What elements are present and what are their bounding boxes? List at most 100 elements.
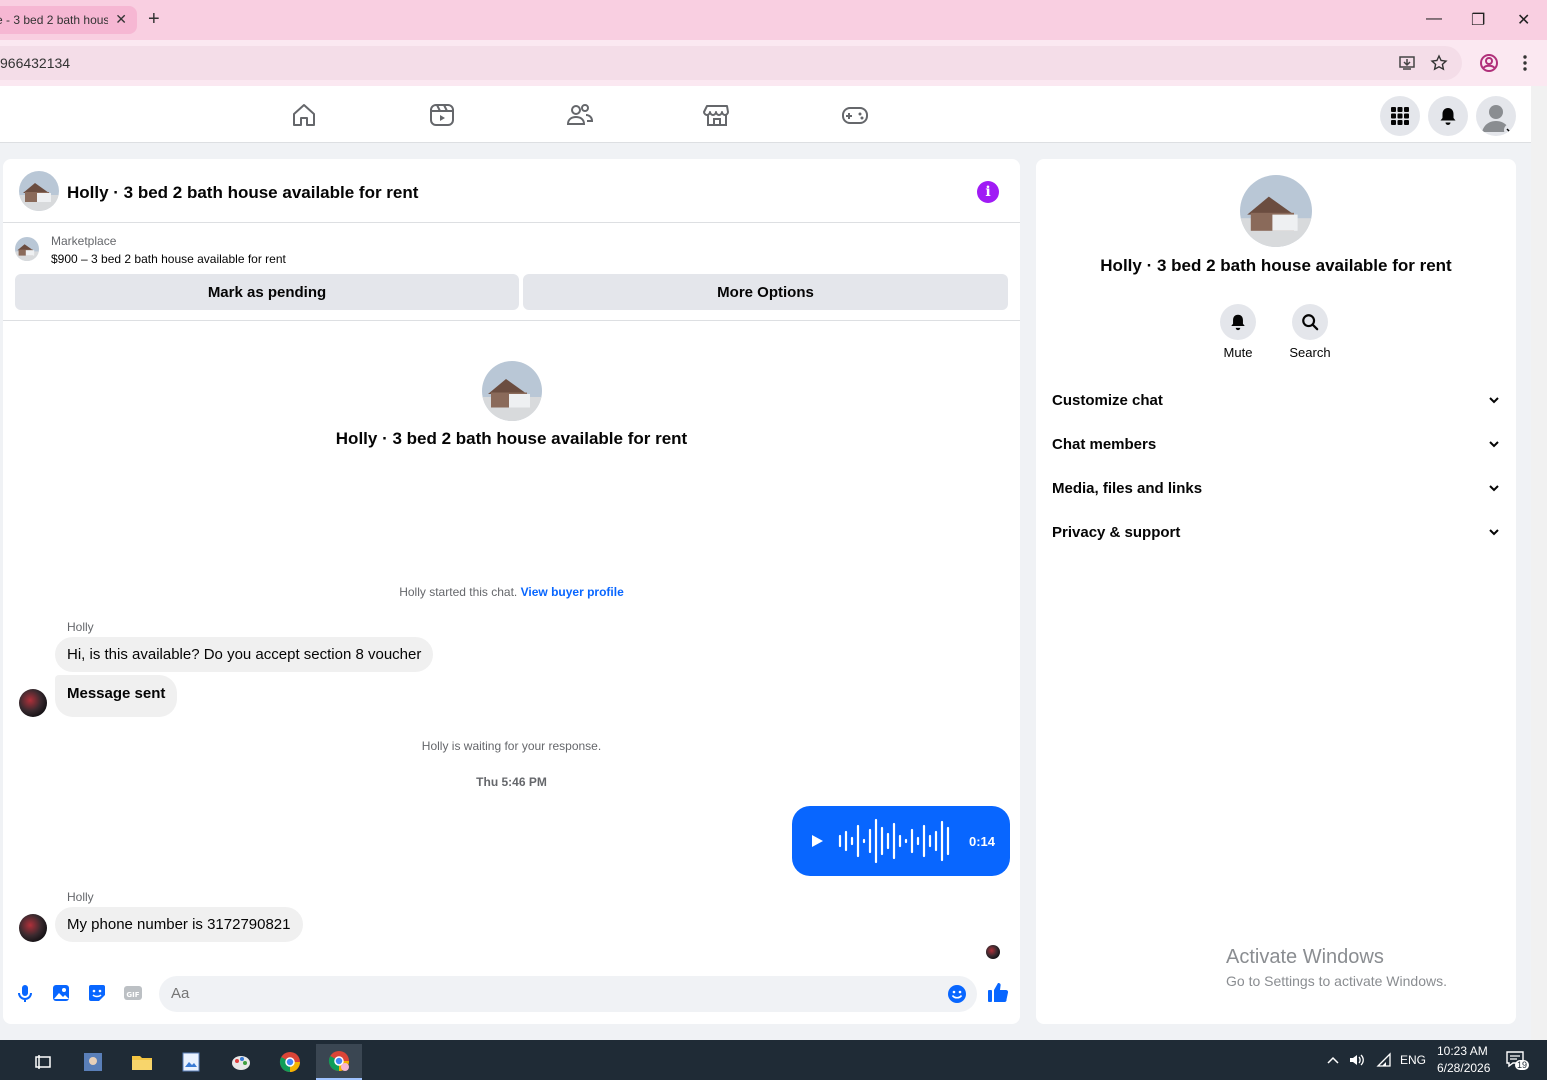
tab-close-icon[interactable]: ✕: [115, 11, 127, 28]
mark-as-pending-button[interactable]: Mark as pending: [15, 274, 519, 310]
mute-button[interactable]: [1220, 304, 1256, 340]
message-bubble[interactable]: My phone number is 3172790821: [55, 907, 303, 942]
waveform-icon: [838, 818, 950, 864]
section-label: Customize chat: [1052, 391, 1163, 409]
watermark-line1: Activate Windows: [1226, 946, 1384, 968]
message-input-box[interactable]: [159, 976, 977, 1012]
listing-description[interactable]: $900 – 3 bed 2 bath house available for …: [51, 252, 286, 266]
view-buyer-profile-link[interactable]: View buyer profile: [521, 585, 624, 599]
menu-button[interactable]: [1380, 96, 1420, 136]
windows-taskbar: ENG 10:23 AM 6/28/2026 19: [0, 1040, 1547, 1080]
details-title: Holly · 3 bed 2 bath house available for…: [1100, 256, 1452, 275]
intro-title: Holly · 3 bed 2 bath house available for…: [335, 429, 688, 448]
wifi-icon[interactable]: [1376, 1052, 1392, 1068]
task-view-button[interactable]: [20, 1044, 66, 1080]
chat-title: Holly · 3 bed 2 bath house available for…: [67, 183, 419, 202]
emoji-icon[interactable]: [947, 984, 967, 1004]
chevron-down-icon: [1489, 397, 1499, 404]
browser-tab[interactable]: e - 3 bed 2 bath house available for ren…: [0, 6, 137, 34]
search-label: Search: [1289, 345, 1331, 360]
taskbar-file-explorer[interactable]: [119, 1044, 165, 1080]
browser-menu-icon[interactable]: [1519, 54, 1531, 72]
image-app-icon: [182, 1052, 200, 1072]
task-view-icon: [35, 1055, 51, 1069]
house-photo-icon: [19, 171, 59, 211]
notification-center-button[interactable]: 19: [1505, 1050, 1530, 1072]
restore-button[interactable]: ❐: [1471, 10, 1485, 30]
voice-message[interactable]: 0:14: [792, 806, 1010, 876]
search-button[interactable]: [1292, 304, 1328, 340]
sender-name: Holly: [67, 620, 94, 634]
volume-icon[interactable]: [1348, 1051, 1366, 1069]
marketplace-icon[interactable]: [703, 101, 731, 129]
details-avatar[interactable]: [1240, 175, 1312, 247]
friends-icon[interactable]: [566, 101, 594, 129]
taskbar-photos[interactable]: [168, 1044, 214, 1080]
photo-icon[interactable]: [51, 983, 71, 1003]
chrome-icon: [279, 1052, 300, 1073]
app-icon: [84, 1053, 102, 1071]
more-options-button[interactable]: More Options: [523, 274, 1008, 310]
intro-avatar: [482, 361, 542, 421]
gif-icon[interactable]: GIF: [123, 983, 143, 1003]
started-text: Holly started this chat.: [399, 585, 518, 599]
chrome-icon: [328, 1051, 349, 1072]
chat-panel: Holly · 3 bed 2 bath house available for…: [3, 159, 1020, 1024]
thumbs-up-icon[interactable]: [987, 981, 1009, 1003]
install-app-icon[interactable]: [1398, 54, 1416, 72]
clock-time[interactable]: 10:23 AM: [1437, 1044, 1488, 1058]
listing-avatar[interactable]: [19, 171, 59, 211]
tab-title: e - 3 bed 2 bath house available for ren…: [0, 13, 108, 27]
language-indicator[interactable]: ENG: [1400, 1053, 1426, 1067]
message-input[interactable]: [171, 985, 931, 1002]
message-timestamp: Thu 5:46 PM: [476, 775, 547, 789]
privacy-support-section[interactable]: Privacy & support: [1052, 520, 1500, 544]
watermark-line2: Go to Settings to activate Windows.: [1226, 973, 1447, 989]
section-label: Media, files and links: [1052, 479, 1203, 497]
chevron-down-icon: [1489, 485, 1499, 492]
omnibox[interactable]: 966432134: [0, 46, 1462, 80]
bookmark-star-icon[interactable]: [1430, 54, 1448, 72]
holly-avatar[interactable]: [19, 914, 47, 942]
taskbar-chrome[interactable]: [267, 1044, 313, 1080]
address-bar-row: 966432134: [0, 40, 1547, 86]
home-icon[interactable]: [290, 101, 318, 129]
chat-details-panel: Holly · 3 bed 2 bath house available for…: [1036, 159, 1516, 1024]
clock-date[interactable]: 6/28/2026: [1437, 1061, 1490, 1075]
default-avatar-icon: [1482, 105, 1516, 136]
close-window-button[interactable]: ✕: [1517, 10, 1530, 30]
customize-chat-section[interactable]: Customize chat: [1052, 388, 1500, 412]
profile-icon[interactable]: [1479, 53, 1499, 73]
new-tab-button[interactable]: +: [148, 9, 160, 29]
sticker-icon[interactable]: [87, 983, 107, 1003]
microphone-icon[interactable]: [15, 983, 35, 1003]
house-thumb-icon: [15, 237, 39, 261]
section-label: Privacy & support: [1052, 523, 1181, 541]
holly-avatar[interactable]: [19, 689, 47, 717]
info-icon[interactable]: i: [977, 181, 999, 203]
notification-count: 19: [1515, 1060, 1530, 1070]
play-icon[interactable]: [810, 834, 824, 848]
taskbar-paint[interactable]: [218, 1044, 264, 1080]
bell-icon: [1231, 314, 1245, 331]
video-icon[interactable]: [428, 101, 456, 129]
paint-icon: [232, 1056, 250, 1070]
message-bubble[interactable]: Hi, is this available? Do you accept sec…: [55, 637, 434, 672]
minimize-button[interactable]: —: [1426, 10, 1442, 28]
message-bubble[interactable]: Message sent: [55, 675, 178, 717]
notifications-button[interactable]: [1428, 96, 1468, 136]
facebook-top-nav: [0, 86, 1547, 143]
house-photo-large-icon: [482, 361, 542, 421]
account-avatar[interactable]: [1476, 96, 1516, 136]
page-scrollbar[interactable]: [1531, 86, 1547, 1040]
taskbar-chrome-active[interactable]: [316, 1044, 362, 1080]
taskbar-app-people[interactable]: [70, 1044, 116, 1080]
chat-header: Holly · 3 bed 2 bath house available for…: [3, 159, 1020, 223]
tray-chevron-up-icon[interactable]: [1326, 1054, 1340, 1066]
gaming-icon[interactable]: [841, 101, 869, 129]
chevron-down-icon: [1489, 529, 1499, 536]
section-label: Chat members: [1052, 435, 1157, 453]
read-receipt-avatar: [986, 945, 1000, 959]
chat-members-section[interactable]: Chat members: [1052, 432, 1500, 456]
media-files-links-section[interactable]: Media, files and links: [1052, 476, 1500, 500]
